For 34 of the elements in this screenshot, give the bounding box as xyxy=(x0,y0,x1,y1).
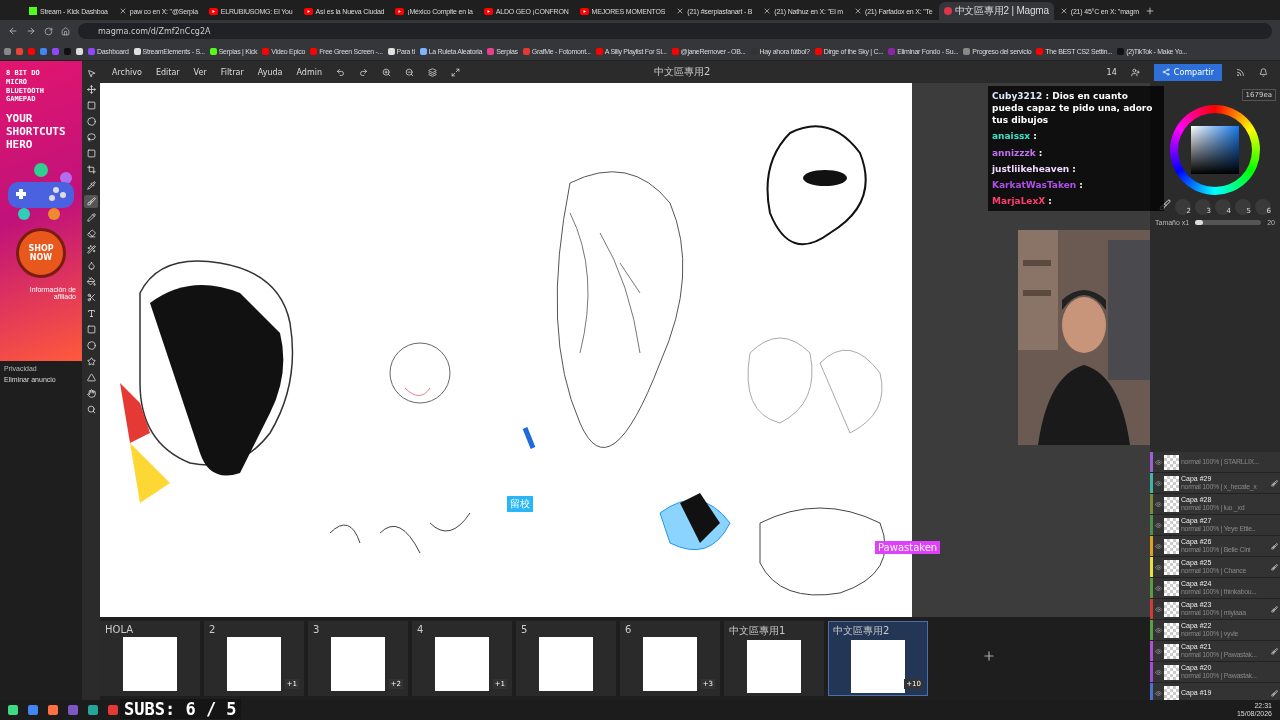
cursor-label: 留校 xyxy=(507,496,533,512)
board-card[interactable]: 5 xyxy=(516,621,616,696)
menu-item[interactable]: Ayuda xyxy=(257,67,283,77)
menu-item[interactable]: Ver xyxy=(193,67,207,77)
chat-message: KarkatWasTaken : xyxy=(992,178,1084,191)
board-title[interactable]: 2 xyxy=(209,624,299,635)
cursor-label: Pawastaken xyxy=(875,541,941,554)
board-card[interactable]: 中文區專用1 xyxy=(724,621,824,696)
chat-message: Cuby3212 : Dios en cuanto pueda capaz te pido una, adoro tus dibujos xyxy=(992,90,1154,127)
tab-title[interactable]: 中文區專用2 | Magma xyxy=(954,4,1049,18)
chat-message: MarjaLexX : xyxy=(992,195,1053,208)
board-card[interactable]: HOLA xyxy=(100,621,200,696)
menu-item[interactable]: Editar xyxy=(155,67,180,77)
board-title[interactable]: 5 xyxy=(521,624,611,635)
board-title[interactable]: 6 xyxy=(625,624,715,635)
board-title[interactable]: 4 xyxy=(417,624,507,635)
user-count: 14 xyxy=(1106,67,1117,77)
chat-message: anaissx : xyxy=(992,130,1038,143)
document-title: 中文區專用2 xyxy=(653,65,711,79)
ad-slogan: YOUR SHORTCUTS HERO xyxy=(6,112,67,152)
chat-message: justliikeheaven : xyxy=(992,162,1077,175)
chat-message: annizzzk : xyxy=(992,146,1044,159)
board-title[interactable]: HOLA xyxy=(105,624,195,635)
board-title[interactable]: 中文區專用2 xyxy=(833,624,923,638)
share-button[interactable]: Compartir xyxy=(1153,63,1222,81)
address-field[interactable]: magma.com/d/Zmf2nCcg2A xyxy=(78,23,1272,39)
subs-counter: SUBS: 6 / 5 xyxy=(120,699,241,719)
shop-button[interactable]: SHOP NOW xyxy=(16,227,66,278)
board-title[interactable]: 中文區專用1 xyxy=(729,624,819,638)
menu-item[interactable]: Admin xyxy=(296,67,322,77)
browser-tab[interactable]: 中文區專用2 | Magma xyxy=(938,2,1054,20)
board-title[interactable]: 3 xyxy=(313,624,403,635)
menu-item[interactable]: Archivo xyxy=(112,67,142,77)
menu-item[interactable]: Filtrar xyxy=(220,67,244,77)
